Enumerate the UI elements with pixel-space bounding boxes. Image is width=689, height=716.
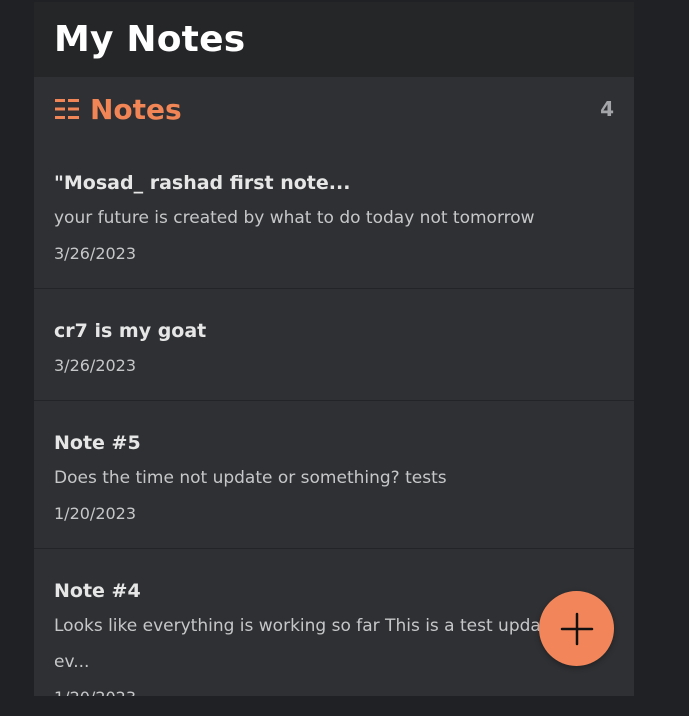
note-date: 1/20/2023	[54, 504, 137, 523]
notes-list-header: Notes 4	[34, 77, 634, 141]
app-title: My Notes	[54, 19, 246, 60]
list-icon	[54, 97, 80, 121]
note-date: 3/26/2023	[54, 244, 137, 263]
plus-icon	[558, 610, 596, 648]
note-title: Note #4	[54, 580, 141, 602]
notes-label: Notes	[90, 92, 182, 126]
note-date: 3/26/2023	[54, 356, 137, 375]
app-header: My Notes	[34, 2, 634, 77]
note-date: 1/20/2023	[54, 680, 614, 696]
add-note-button[interactable]	[539, 591, 614, 666]
note-title: Note #5	[54, 432, 141, 454]
notes-count: 4	[600, 97, 614, 121]
note-body: your future is created by what to do tod…	[54, 208, 535, 228]
note-title: cr7 is my goat	[54, 320, 207, 342]
note-item-2[interactable]: cr7 is my goat 3/26/2023	[34, 289, 634, 401]
notes-section-title: Notes	[54, 93, 182, 126]
note-item-1[interactable]: "Mosad_ rashad first note... your future…	[34, 141, 634, 289]
note-body: Does the time not update or something? t…	[54, 468, 447, 488]
notes-app: My Notes Notes 4 "Mosad_ rashad first no…	[34, 2, 634, 696]
note-item-3[interactable]: Note #5 Does the time not update or some…	[34, 401, 634, 549]
note-title: "Mosad_ rashad first note...	[54, 172, 351, 194]
note-body: Looks like everything is working so far …	[54, 616, 558, 672]
